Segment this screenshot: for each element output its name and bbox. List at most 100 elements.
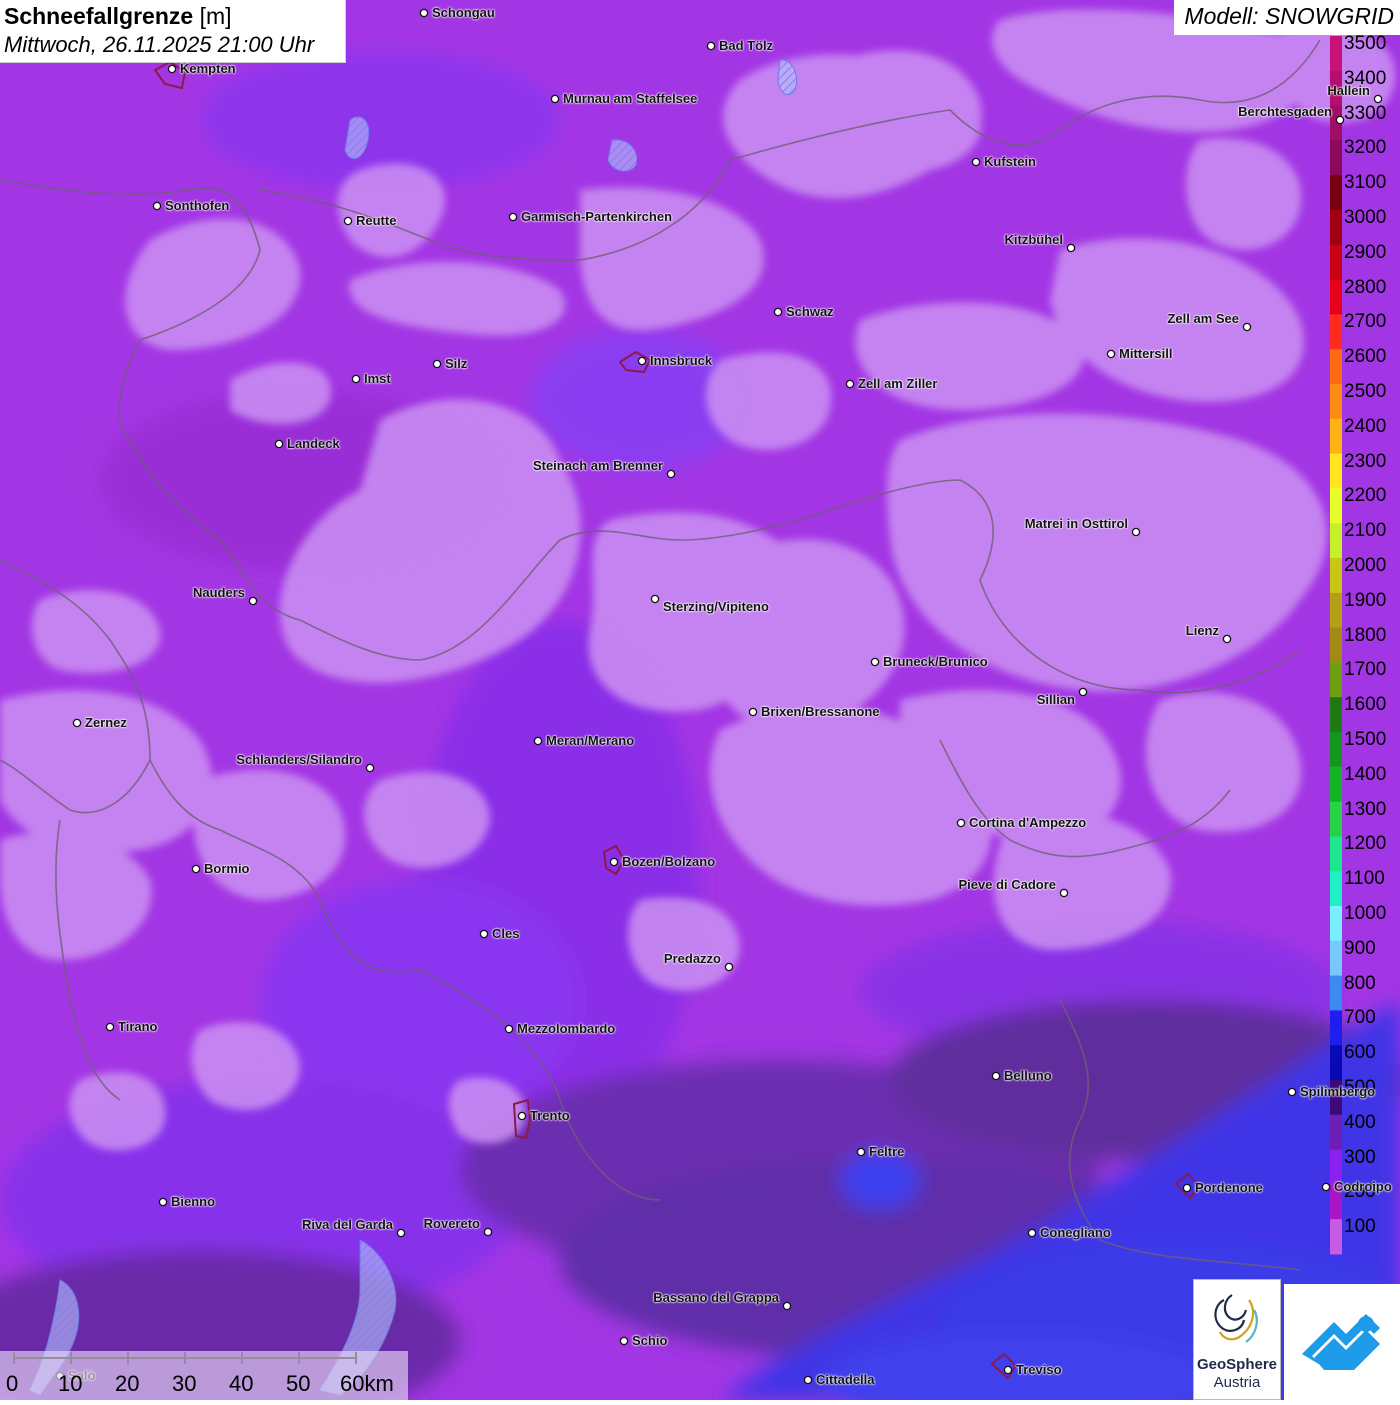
legend-label: 1500 <box>1344 729 1387 750</box>
city-label: Innsbruck <box>650 353 713 368</box>
city-marker[interactable] <box>508 212 518 222</box>
legend-label: 700 <box>1344 1007 1376 1029</box>
city-marker[interactable] <box>479 929 489 939</box>
legend-label: 1400 <box>1344 763 1387 785</box>
model-label: Modell: SNOWGRID <box>1174 0 1400 35</box>
city-marker[interactable] <box>803 1375 813 1385</box>
legend-label: 800 <box>1344 972 1376 994</box>
city-marker[interactable] <box>1287 1087 1297 1097</box>
legend-label: 3500 <box>1344 33 1387 54</box>
city-marker[interactable] <box>105 1022 115 1032</box>
legend-label: 1600 <box>1344 694 1387 716</box>
scale-tick-label: 0 <box>6 1371 19 1396</box>
city-marker[interactable] <box>1003 1365 1013 1375</box>
legend-swatch <box>1330 871 1342 907</box>
city-marker[interactable] <box>991 1071 1001 1081</box>
legend-swatch <box>1330 140 1342 176</box>
city-marker[interactable] <box>856 1147 866 1157</box>
legend-swatch <box>1330 349 1342 385</box>
city-marker[interactable] <box>343 216 353 226</box>
city-marker[interactable] <box>517 1111 527 1121</box>
city-marker[interactable] <box>274 439 284 449</box>
city-marker[interactable] <box>533 736 543 746</box>
legend-label: 1200 <box>1344 833 1387 855</box>
city-label: Predazzo <box>663 951 721 966</box>
city-marker[interactable] <box>167 64 177 74</box>
legend-label: 2100 <box>1344 520 1387 542</box>
legend-swatch <box>1330 244 1342 281</box>
city-label: Cles <box>492 926 520 941</box>
city-label: Landeck <box>287 436 340 451</box>
legend-label: 2700 <box>1344 311 1387 333</box>
legend-label: 2400 <box>1344 415 1387 437</box>
city-marker[interactable] <box>483 1227 493 1237</box>
city-marker[interactable] <box>1078 687 1088 697</box>
legend-swatch <box>1330 1010 1342 1046</box>
city-marker[interactable] <box>870 657 880 667</box>
city-marker[interactable] <box>504 1024 514 1034</box>
city-label: Garmisch-Partenkirchen <box>521 209 673 224</box>
city-label: Kitzbühel <box>1004 232 1064 247</box>
city-marker[interactable] <box>619 1336 629 1346</box>
geosphere-emblem-icon <box>1214 1294 1258 1343</box>
city-marker[interactable] <box>706 41 716 51</box>
city-marker[interactable] <box>1373 94 1383 104</box>
legend-label: 400 <box>1344 1111 1376 1133</box>
legend-label: 2200 <box>1344 485 1387 507</box>
city-label: Brixen/Bressanone <box>761 704 880 719</box>
city-marker[interactable] <box>1059 888 1069 898</box>
city-marker[interactable] <box>773 307 783 317</box>
city-marker[interactable] <box>152 201 162 211</box>
city-marker[interactable] <box>351 374 361 384</box>
city-marker[interactable] <box>637 356 647 366</box>
city-label: Mittersill <box>1119 346 1173 361</box>
city-marker[interactable] <box>72 718 82 728</box>
city-marker[interactable] <box>419 8 429 18</box>
city-marker[interactable] <box>1242 322 1252 332</box>
city-marker[interactable] <box>666 469 676 479</box>
city-label: Matrei in Osttirol <box>1024 516 1128 531</box>
city-marker[interactable] <box>191 864 201 874</box>
scale-tick-label: 60km <box>340 1371 394 1396</box>
city-label: Sterzing/Vipiteno <box>663 599 769 614</box>
city-marker[interactable] <box>1222 634 1232 644</box>
city-label: Murnau am Staffelsee <box>563 91 698 106</box>
city-marker[interactable] <box>971 157 981 167</box>
city-marker[interactable] <box>432 359 442 369</box>
city-marker[interactable] <box>782 1301 792 1311</box>
app-logo[interactable] <box>1284 1284 1400 1400</box>
city-marker[interactable] <box>724 962 734 972</box>
city-marker[interactable] <box>650 594 660 604</box>
city-marker[interactable] <box>396 1228 406 1238</box>
city-marker[interactable] <box>158 1197 168 1207</box>
map-title: Schneefallgrenze [m] <box>4 3 232 29</box>
city-marker[interactable] <box>1335 115 1345 125</box>
city-marker[interactable] <box>748 707 758 717</box>
legend-label: 3000 <box>1344 207 1387 228</box>
city-marker[interactable] <box>1027 1228 1037 1238</box>
city-label: Codroipo <box>1334 1179 1392 1194</box>
city-label: Meran/Merano <box>546 733 635 748</box>
city-label: Zell am Ziller <box>858 376 938 391</box>
city-marker[interactable] <box>365 763 375 773</box>
city-label: Conegliano <box>1040 1225 1111 1240</box>
city-marker[interactable] <box>1182 1183 1192 1193</box>
city-marker[interactable] <box>845 379 855 389</box>
city-marker[interactable] <box>248 596 258 606</box>
city-label: Bassano del Grappa <box>653 1290 779 1305</box>
city-marker[interactable] <box>1131 527 1141 537</box>
scale-tick-label: 40 <box>229 1371 254 1396</box>
city-label: Feltre <box>869 1144 905 1159</box>
city-marker[interactable] <box>550 94 560 104</box>
legend-swatch <box>1330 662 1342 698</box>
city-label: Cortina d'Ampezzo <box>969 815 1087 830</box>
city-marker[interactable] <box>1321 1182 1331 1192</box>
city-marker[interactable] <box>956 818 966 828</box>
city-marker[interactable] <box>1106 349 1116 359</box>
city-marker[interactable] <box>1066 243 1076 253</box>
legend-swatch <box>1330 836 1342 872</box>
city-label: Belluno <box>1004 1068 1052 1083</box>
legend-swatch <box>1330 766 1342 803</box>
legend-swatch <box>1330 1219 1342 1255</box>
city-marker[interactable] <box>609 857 619 867</box>
